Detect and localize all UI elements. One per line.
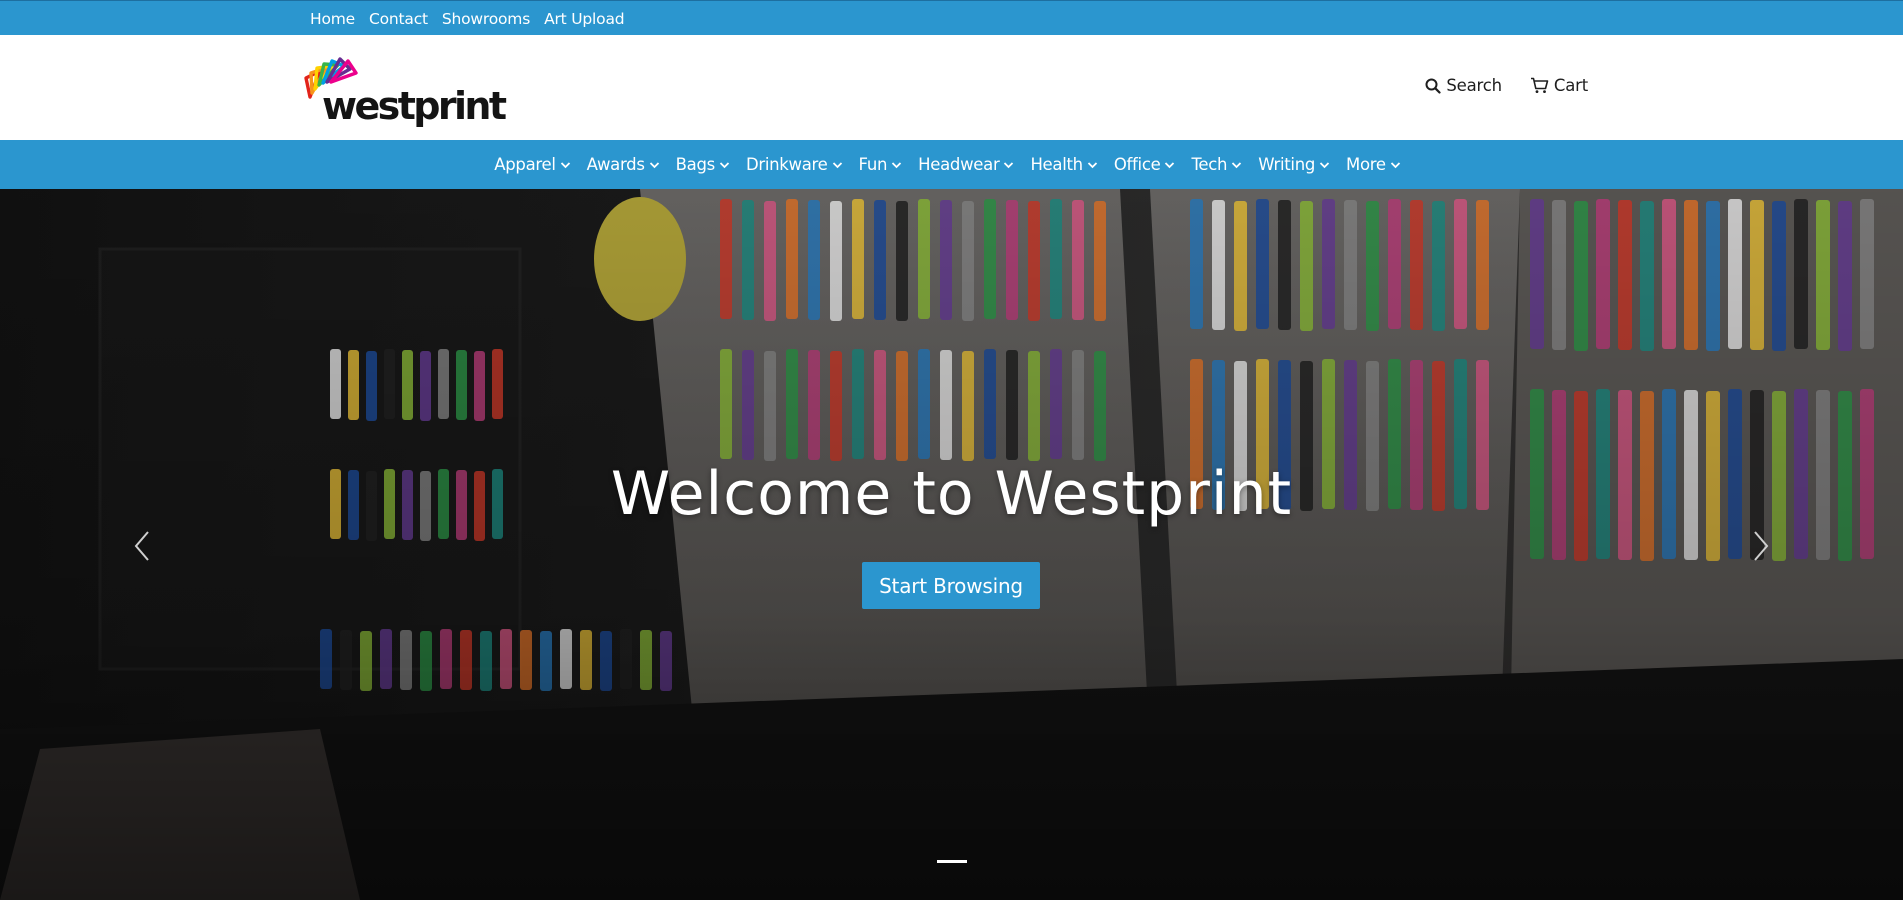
nav-category-label: Apparel [494,155,556,174]
nav-category-label: Office [1113,155,1161,174]
logo-wordmark: westprint [322,84,507,128]
nav-category-bags[interactable]: Bags [676,155,730,174]
hero-title: Welcome to Westprint [610,459,1293,529]
category-nav-items: Apparel Awards Bags Drinkware Fun Headwear Hea… [0,140,1903,189]
nav-category-label: Health [1030,155,1083,174]
hero-background-image [0,189,1903,900]
site-header: westprint Search Cart [0,35,1903,140]
nav-category-label: Bags [675,155,716,174]
nav-category-apparel[interactable]: Apparel [494,155,570,174]
chevron-down-icon [892,161,902,168]
chevron-down-icon [1319,161,1330,168]
top-link-home[interactable]: Home [310,10,355,28]
nav-category-fun[interactable]: Fun [859,155,903,174]
nav-category-label: Tech [1191,155,1228,174]
westprint-logo[interactable]: westprint [302,53,507,128]
chevron-down-icon [1232,161,1242,168]
nav-category-label: More [1346,155,1386,174]
cart-button[interactable]: Cart [1530,76,1588,95]
nav-category-office[interactable]: Office [1114,155,1176,174]
top-utility-bar: Home Contact Showrooms Art Upload [0,0,1903,35]
chevron-down-icon [1004,161,1014,168]
search-button[interactable]: Search [1425,76,1502,95]
carousel-next-button[interactable] [1745,526,1775,566]
top-links: Home Contact Showrooms Art Upload [310,1,625,36]
nav-category-label: Writing [1258,155,1316,174]
carousel-indicator-1[interactable] [937,860,967,863]
cart-icon [1530,77,1549,93]
nav-category-label: Awards [586,155,645,174]
chevron-right-icon [1754,531,1769,561]
nav-category-label: Fun [858,155,888,174]
nav-category-health[interactable]: Health [1030,155,1097,174]
chevron-down-icon [1165,161,1175,168]
chevron-down-icon [649,161,659,168]
nav-category-label: Headwear [918,155,1000,174]
top-link-art-upload[interactable]: Art Upload [544,10,624,28]
nav-category-drinkware[interactable]: Drinkware [746,155,843,174]
top-link-showrooms[interactable]: Showrooms [442,10,530,28]
chevron-down-icon [1087,161,1097,168]
chevron-down-icon [832,161,842,168]
search-label: Search [1446,76,1502,95]
start-browsing-button[interactable]: Start Browsing [862,562,1040,609]
header-actions: Search Cart [1425,76,1588,95]
chevron-left-icon [134,531,149,561]
nav-category-awards[interactable]: Awards [587,155,660,174]
nav-category-more[interactable]: More [1346,155,1401,174]
hero-carousel: Welcome to Westprint Start Browsing [0,189,1903,900]
nav-category-tech[interactable]: Tech [1191,155,1242,174]
search-icon [1425,78,1442,94]
carousel-prev-button[interactable] [128,526,158,566]
category-nav: Apparel Awards Bags Drinkware Fun Headwear Hea… [0,140,1903,189]
nav-category-writing[interactable]: Writing [1258,155,1330,174]
chevron-down-icon [560,161,570,168]
nav-category-headwear[interactable]: Headwear [918,155,1014,174]
nav-category-label: Drinkware [745,155,828,174]
chevron-down-icon [719,161,730,168]
top-link-contact[interactable]: Contact [369,10,428,28]
cart-label: Cart [1553,76,1588,95]
chevron-down-icon [1390,161,1400,168]
